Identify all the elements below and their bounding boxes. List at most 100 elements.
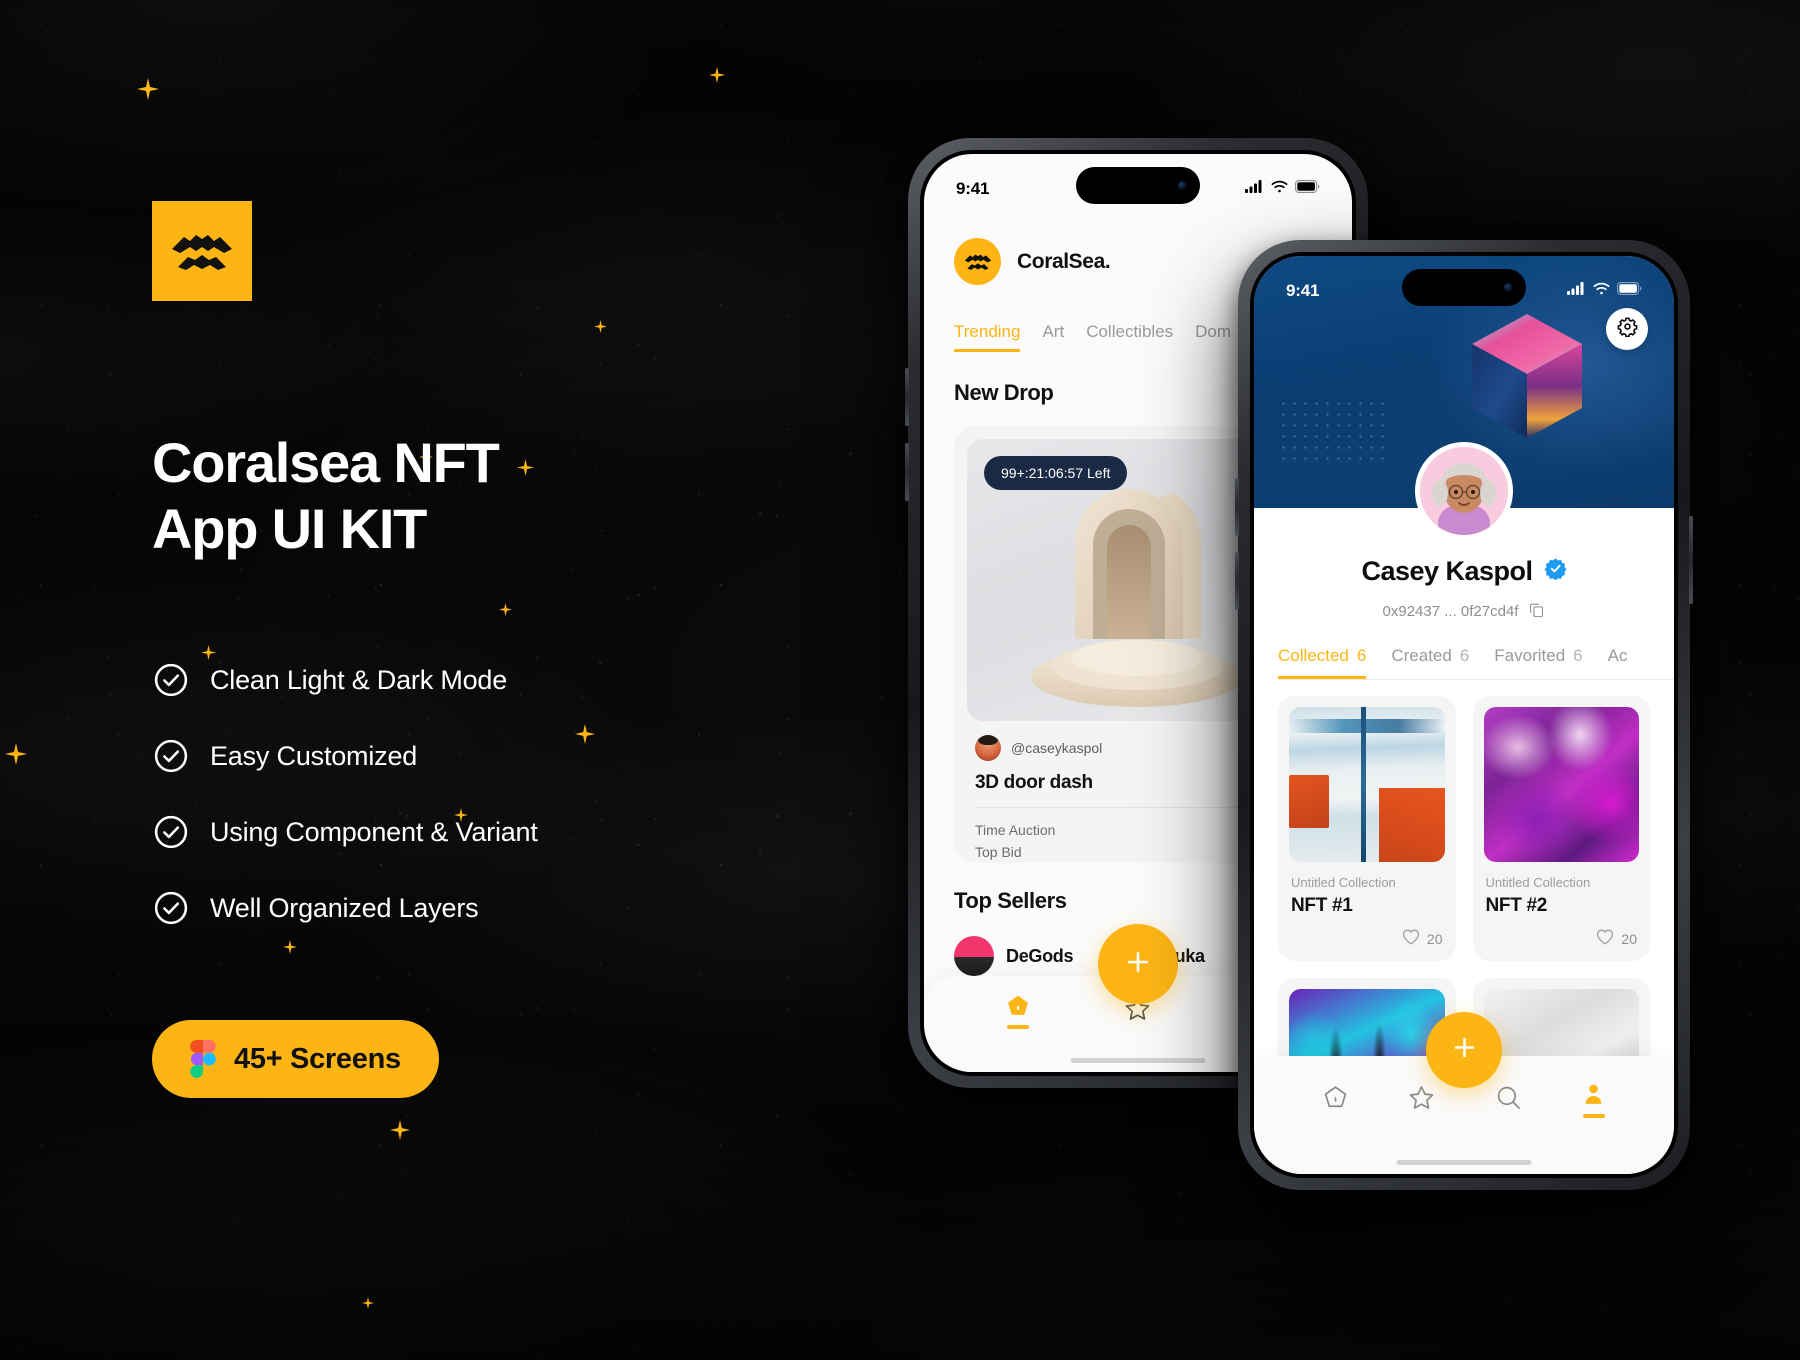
copy-icon[interactable]: [1528, 601, 1545, 622]
tab-label: Favorited: [1494, 646, 1566, 665]
coralsea-logo-mark: [954, 238, 1001, 285]
wallet-address: 0x92437 ... 0f27cd4f: [1382, 603, 1519, 620]
feature-list: Clean Light & Dark Mode Easy Customized …: [152, 642, 538, 946]
app-name: CoralSea.: [1017, 249, 1111, 273]
tab-art[interactable]: Art: [1042, 322, 1064, 349]
dynamic-island: [1076, 167, 1200, 204]
settings-button[interactable]: [1606, 308, 1648, 350]
screens-count-button[interactable]: 45+ Screens: [152, 1020, 439, 1098]
home-indicator: [1396, 1160, 1532, 1165]
nft-card[interactable]: Untitled Collection NFT #1 20: [1278, 696, 1456, 961]
tab-created[interactable]: Created 6: [1391, 646, 1469, 676]
nft-card[interactable]: Untitled Collection NFT #2 20: [1472, 696, 1650, 961]
feature-item: Well Organized Layers: [152, 870, 538, 946]
signal-bars-icon: [1245, 180, 1264, 198]
nft-like-count: 20: [1621, 930, 1637, 947]
creator-avatar: [975, 735, 1001, 761]
feature-item: Using Component & Variant: [152, 794, 538, 870]
nav-search-icon[interactable]: [1495, 1084, 1522, 1116]
nft-artwork-abstract-purple-marble: [1483, 707, 1639, 862]
nav-home-icon[interactable]: [1322, 1084, 1349, 1116]
feature-item: Easy Customized: [152, 718, 538, 794]
plus-icon: [1123, 947, 1153, 982]
section-title-top-sellers: Top Sellers: [954, 888, 1067, 913]
tab-label: Collected: [1278, 646, 1349, 665]
nft-like-counter[interactable]: 20: [1486, 929, 1637, 948]
battery-icon: [1295, 180, 1320, 198]
home-indicator: [1070, 1058, 1206, 1063]
figma-logo-icon: [190, 1040, 216, 1078]
feature-label: Easy Customized: [210, 740, 418, 771]
phone-volume-buttons: [905, 368, 909, 426]
nft-name: NFT #2: [1485, 895, 1548, 916]
nft-like-counter[interactable]: 20: [1291, 929, 1443, 948]
profile-name: Casey Kaspol: [1361, 556, 1533, 586]
marketing-panel: Coralsea NFT App UI KIT Clean Light & Da…: [0, 0, 820, 1360]
tab-favorited[interactable]: Favorited 6: [1494, 646, 1582, 676]
tab-domains[interactable]: Dom: [1195, 322, 1231, 349]
iridescent-cube-icon: [1466, 310, 1588, 442]
app-brand: CoralSea.: [954, 238, 1111, 285]
nav-star-icon[interactable]: [1408, 1084, 1435, 1116]
coralsea-logo-mark: [152, 201, 252, 301]
tab-collected[interactable]: Collected 6: [1278, 646, 1367, 679]
seller-name: DeGods: [1006, 945, 1074, 966]
tab-count: 6: [1459, 646, 1470, 665]
creator-handle[interactable]: @caseykaspol: [1011, 740, 1102, 756]
nft-collection: Untitled Collection: [1291, 875, 1396, 890]
check-circle-icon: [152, 813, 190, 851]
phone-mockup-profile: 9:41 Casey Kaspol 0x92437 ... 0f27cd4f C…: [1235, 240, 1693, 1190]
battery-icon: [1617, 282, 1642, 300]
check-circle-icon: [152, 661, 190, 699]
degods-avatar: [954, 936, 994, 976]
check-circle-icon: [152, 737, 190, 775]
plus-icon: [1450, 1033, 1479, 1067]
profile-name-row: Casey Kaspol: [1254, 556, 1674, 587]
nft-like-count: 20: [1426, 930, 1443, 947]
nft-artwork-abstract-blue-orange: [1289, 707, 1445, 862]
detail-key: Time Auction: [975, 822, 1056, 838]
profile-screen: 9:41 Casey Kaspol 0x92437 ... 0f27cd4f C…: [1254, 256, 1674, 1174]
tab-collectibles[interactable]: Collectibles: [1086, 322, 1173, 349]
wifi-icon: [1271, 180, 1288, 198]
tab-count: 6: [1356, 646, 1367, 665]
tab-activity[interactable]: Ac: [1608, 646, 1628, 676]
detail-key: Top Bid: [975, 844, 1022, 860]
front-camera-icon: [1178, 181, 1187, 190]
feature-label: Well Organized Layers: [210, 892, 479, 923]
dynamic-island: [1402, 269, 1526, 306]
gear-icon: [1617, 316, 1638, 342]
tab-count: 6: [1573, 646, 1583, 665]
feature-label: Using Component & Variant: [210, 816, 538, 847]
status-time: 9:41: [1286, 281, 1320, 300]
feature-label: Clean Light & Dark Mode: [210, 664, 508, 695]
add-nft-fab[interactable]: [1098, 924, 1178, 1004]
signal-bars-icon: [1567, 282, 1586, 300]
profile-avatar: [1415, 442, 1513, 540]
section-title-new-drop: New Drop: [954, 380, 1054, 405]
tab-trending[interactable]: Trending: [954, 322, 1021, 352]
decorative-dot-grid: [1278, 398, 1388, 462]
profile-tabs: Collected 6 Created 6 Favorited 6 Ac: [1278, 646, 1674, 680]
add-nft-fab[interactable]: [1426, 1012, 1502, 1088]
feature-item: Clean Light & Dark Mode: [152, 642, 538, 718]
headline-line-2: App UI KIT: [152, 497, 427, 561]
heart-outline-icon: [1402, 929, 1420, 948]
cta-label: 45+ Screens: [234, 1042, 401, 1075]
nft-collection: Untitled Collection: [1485, 875, 1591, 890]
wallet-address-row[interactable]: 0x92437 ... 0f27cd4f: [1254, 601, 1674, 622]
nav-home-icon[interactable]: [1005, 993, 1031, 1029]
tab-label: Ac: [1607, 646, 1628, 665]
seller-item[interactable]: DeGods: [954, 936, 1074, 976]
phone-volume-buttons: [905, 443, 909, 501]
heart-outline-icon: [1596, 929, 1614, 948]
check-circle-icon: [152, 889, 190, 927]
auction-timer-badge: 99+:21:06:57 Left: [984, 456, 1128, 490]
wifi-icon: [1593, 282, 1610, 300]
phone-power-button: [1689, 516, 1693, 604]
nav-profile-icon[interactable]: [1581, 1082, 1606, 1118]
page-title: Coralsea NFT App UI KIT: [152, 430, 500, 562]
nft-name: NFT #1: [1291, 895, 1353, 916]
verified-badge-icon: [1544, 556, 1567, 587]
phone-volume-buttons: [1235, 478, 1239, 536]
